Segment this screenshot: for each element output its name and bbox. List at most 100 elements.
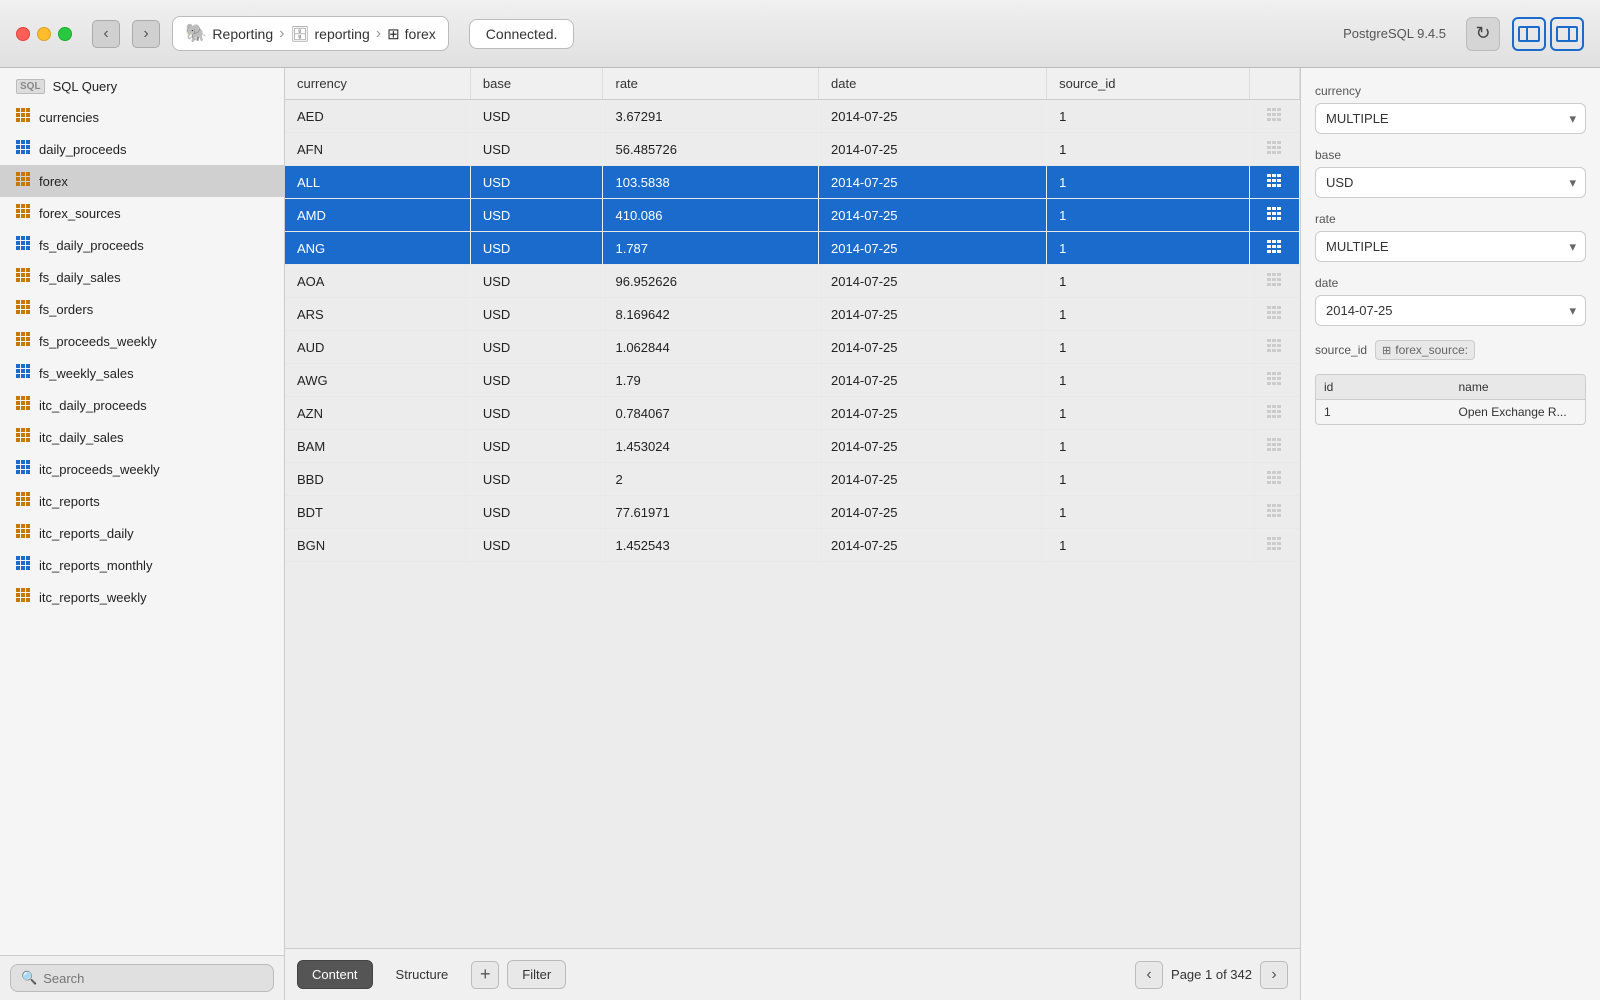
mini-table-header: id name: [1316, 375, 1585, 400]
cell-currency: BAM: [285, 430, 470, 463]
table-row[interactable]: ARS USD 8.169642 2014-07-25 1: [285, 298, 1300, 331]
add-row-button[interactable]: +: [471, 961, 499, 989]
table-row[interactable]: BGN USD 1.452543 2014-07-25 1: [285, 529, 1300, 562]
right-panel-button[interactable]: [1550, 17, 1584, 51]
search-input[interactable]: [43, 971, 263, 986]
cell-source-id: 1: [1047, 463, 1250, 496]
structure-tab[interactable]: Structure: [381, 960, 464, 989]
data-table: currency base rate date source_id AED US…: [285, 68, 1300, 562]
close-button[interactable]: [16, 27, 30, 41]
field-group-base: base USD: [1315, 148, 1586, 198]
breadcrumb-db-label: Reporting: [212, 26, 273, 42]
page-info: Page 1 of 342: [1171, 967, 1252, 982]
table-row[interactable]: AED USD 3.67291 2014-07-25 1: [285, 100, 1300, 133]
cell-icon: [1250, 529, 1300, 562]
cell-date: 2014-07-25: [819, 298, 1047, 331]
sidebar-label-currencies: currencies: [39, 110, 99, 125]
cell-rate: 1.062844: [603, 331, 819, 364]
table-row[interactable]: ANG USD 1.787 2014-07-25 1: [285, 232, 1300, 265]
db-icon: 🗄: [290, 25, 309, 43]
sidebar-item-fs-daily-sales[interactable]: fs_daily_sales: [0, 261, 284, 293]
next-page-button[interactable]: ›: [1260, 961, 1288, 989]
grid-icon-itc-daily-sales: [16, 428, 31, 446]
table-row[interactable]: AFN USD 56.485726 2014-07-25 1: [285, 133, 1300, 166]
elephant-icon: 🐘: [185, 23, 207, 44]
source-id-row: source_id ⊞ forex_source:: [1315, 340, 1586, 360]
table-row[interactable]: AWG USD 1.79 2014-07-25 1: [285, 364, 1300, 397]
sidebar-item-sql-query[interactable]: SQL SQL Query: [0, 72, 284, 101]
filter-button[interactable]: Filter: [507, 960, 566, 989]
col-date: date: [819, 68, 1047, 100]
table-body: AED USD 3.67291 2014-07-25 1 AFN USD 56.…: [285, 100, 1300, 562]
table-row[interactable]: ALL USD 103.5838 2014-07-25 1: [285, 166, 1300, 199]
search-icon: 🔍: [21, 970, 37, 986]
left-panel-button[interactable]: [1512, 17, 1546, 51]
breadcrumb-table[interactable]: ⊞ forex: [387, 25, 436, 43]
sidebar-label-itc-reports: itc_reports: [39, 494, 100, 509]
cell-icon: [1250, 133, 1300, 166]
table-row[interactable]: AZN USD 0.784067 2014-07-25 1: [285, 397, 1300, 430]
sidebar-item-forex-sources[interactable]: forex_sources: [0, 197, 284, 229]
cell-rate: 103.5838: [603, 166, 819, 199]
sidebar-item-itc-reports-daily[interactable]: itc_reports_daily: [0, 517, 284, 549]
cell-rate: 1.452543: [603, 529, 819, 562]
breadcrumb-table-label: forex: [405, 26, 436, 42]
cell-date: 2014-07-25: [819, 331, 1047, 364]
table-row[interactable]: BDT USD 77.61971 2014-07-25 1: [285, 496, 1300, 529]
select-currency[interactable]: MULTIPLE: [1315, 103, 1586, 134]
cell-base: USD: [470, 298, 603, 331]
minimize-button[interactable]: [37, 27, 51, 41]
sidebar-item-daily-proceeds[interactable]: daily_proceeds: [0, 133, 284, 165]
breadcrumb-schema[interactable]: 🗄 reporting: [290, 25, 369, 43]
sidebar-label-itc-reports-monthly: itc_reports_monthly: [39, 558, 152, 573]
cell-currency: AZN: [285, 397, 470, 430]
select-wrap-base[interactable]: USD: [1315, 167, 1586, 198]
sidebar-item-itc-reports-weekly[interactable]: itc_reports_weekly: [0, 581, 284, 613]
field-group-rate: rate MULTIPLE: [1315, 212, 1586, 262]
table-row[interactable]: AUD USD 1.062844 2014-07-25 1: [285, 331, 1300, 364]
breadcrumb-db[interactable]: 🐘 Reporting: [185, 23, 273, 44]
select-wrap-rate[interactable]: MULTIPLE: [1315, 231, 1586, 262]
select-wrap-currency[interactable]: MULTIPLE: [1315, 103, 1586, 134]
sidebar-item-fs-orders[interactable]: fs_orders: [0, 293, 284, 325]
sidebar-item-itc-reports-monthly[interactable]: itc_reports_monthly: [0, 549, 284, 581]
cell-rate: 410.086: [603, 199, 819, 232]
select-date[interactable]: 2014-07-25: [1315, 295, 1586, 326]
sidebar-item-forex[interactable]: forex: [0, 165, 284, 197]
maximize-button[interactable]: [58, 27, 72, 41]
grid-icon-forex: [16, 172, 31, 190]
sidebar-item-currencies[interactable]: currencies: [0, 101, 284, 133]
sidebar-item-fs-daily-proceeds[interactable]: fs_daily_proceeds: [0, 229, 284, 261]
back-button[interactable]: ‹: [92, 20, 120, 48]
content-tab[interactable]: Content: [297, 960, 373, 989]
search-input-wrap[interactable]: 🔍: [10, 964, 274, 992]
sidebar-item-itc-daily-proceeds[interactable]: itc_daily_proceeds: [0, 389, 284, 421]
select-wrap-date[interactable]: 2014-07-25: [1315, 295, 1586, 326]
sidebar-item-itc-proceeds-weekly[interactable]: itc_proceeds_weekly: [0, 453, 284, 485]
prev-page-button[interactable]: ‹: [1135, 961, 1163, 989]
forward-button[interactable]: ›: [132, 20, 160, 48]
mini-table-row[interactable]: 1 Open Exchange R...: [1316, 400, 1585, 424]
cell-base: USD: [470, 463, 603, 496]
table-row[interactable]: BAM USD 1.453024 2014-07-25 1: [285, 430, 1300, 463]
table-row[interactable]: AOA USD 96.952626 2014-07-25 1: [285, 265, 1300, 298]
select-rate[interactable]: MULTIPLE: [1315, 231, 1586, 262]
refresh-button[interactable]: ↻: [1466, 17, 1500, 51]
grid-icon-currencies: [16, 108, 31, 126]
table-row[interactable]: AMD USD 410.086 2014-07-25 1: [285, 199, 1300, 232]
bottom-bar: Content Structure + Filter ‹ Page 1 of 3…: [285, 948, 1300, 1000]
cell-rate: 56.485726: [603, 133, 819, 166]
sidebar-item-itc-reports[interactable]: itc_reports: [0, 485, 284, 517]
source-id-badge[interactable]: ⊞ forex_source:: [1375, 340, 1475, 360]
mini-col-id: id: [1316, 375, 1451, 399]
sidebar-item-fs-proceeds-weekly[interactable]: fs_proceeds_weekly: [0, 325, 284, 357]
sidebar-item-fs-weekly-sales[interactable]: fs_weekly_sales: [0, 357, 284, 389]
cell-base: USD: [470, 166, 603, 199]
grid-icon-itc-reports-monthly: [16, 556, 31, 574]
cell-currency: AWG: [285, 364, 470, 397]
table-row[interactable]: BBD USD 2 2014-07-25 1: [285, 463, 1300, 496]
right-panel: currency MULTIPLE base USD rate MULTIPLE: [1300, 68, 1600, 1000]
select-base[interactable]: USD: [1315, 167, 1586, 198]
sidebar-item-itc-daily-sales[interactable]: itc_daily_sales: [0, 421, 284, 453]
grid-icon-fs-daily-proceeds: [16, 236, 31, 254]
